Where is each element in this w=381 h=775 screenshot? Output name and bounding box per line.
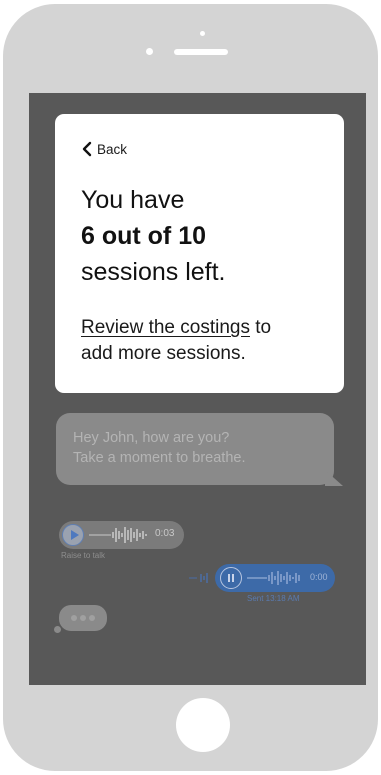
waveform-icon: [89, 527, 147, 543]
back-button[interactable]: Back: [80, 140, 127, 158]
incoming-voice-message[interactable]: 0:03: [59, 521, 184, 549]
camera-dot: [200, 31, 205, 36]
outgoing-voice-message[interactable]: 0:00: [215, 564, 335, 592]
body-text-line-2: add more sessions.: [81, 343, 246, 364]
message-text-line-1: Hey John, how are you?: [73, 430, 230, 446]
pause-icon[interactable]: [220, 567, 242, 589]
voice-duration: 0:00: [310, 572, 328, 582]
costings-prompt: Review the costings to add more sessions…: [81, 315, 271, 367]
typing-dot: [80, 615, 86, 621]
voice-duration: 0:03: [155, 528, 175, 539]
home-button[interactable]: [176, 698, 230, 752]
sent-status: Sent 13:18 AM: [247, 594, 300, 603]
review-costings-link[interactable]: Review the costings: [81, 317, 250, 338]
speaker-grille: [174, 49, 228, 55]
play-icon[interactable]: [62, 524, 84, 546]
headline-line-1: You have: [81, 186, 185, 214]
sessions-count: 6 out of 10: [81, 222, 207, 250]
back-label: Back: [97, 141, 128, 157]
typing-dot: [71, 615, 77, 621]
sensor-dot: [146, 48, 153, 55]
phone-screen: Hey John, how are you? Take a moment to …: [29, 93, 366, 685]
raise-to-talk-hint: Raise to talk: [61, 551, 106, 560]
incoming-message-bubble: Hey John, how are you? Take a moment to …: [56, 413, 334, 485]
body-text-suffix: to: [249, 317, 272, 338]
headline-line-3: sessions left.: [81, 258, 226, 286]
speaker-wave-icon: [189, 573, 208, 583]
typing-indicator-tail: [54, 626, 61, 633]
sessions-headline: You have 6 out of 10 sessions left.: [81, 182, 226, 290]
typing-indicator: [59, 605, 107, 631]
waveform-icon: [247, 571, 300, 585]
sessions-modal: Back You have 6 out of 10 sessions left.…: [55, 114, 344, 393]
chevron-left-icon: [82, 141, 92, 157]
message-text-line-2: Take a moment to breathe.: [73, 450, 246, 466]
typing-dot: [89, 615, 95, 621]
